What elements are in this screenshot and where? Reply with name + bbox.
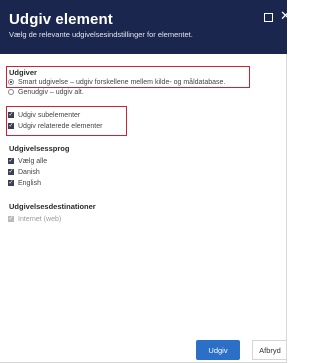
targets-section-title: Udgivelsesdestinationer (9, 202, 96, 211)
close-icon[interactable]: ✕ (280, 9, 291, 23)
republish-label: Genudgiv – udgiv alt. (18, 88, 84, 96)
cancel-button[interactable]: Afbryd (252, 340, 287, 360)
select-all-label: Vælg alle (18, 157, 48, 165)
internet-label: Internet (web) (18, 215, 62, 223)
publish-mode-highlight (6, 66, 250, 88)
republish-radio[interactable] (8, 89, 14, 95)
publish-dialog: Udgiv element Vælg de relevante udgivels… (0, 0, 291, 363)
publish-button[interactable]: Udgiv (196, 340, 240, 360)
internet-checkbox: ✓ (8, 216, 14, 222)
danish-label: Danish (18, 168, 40, 176)
subitems-highlight (6, 106, 127, 136)
language-english-option[interactable]: ✓ English (8, 178, 41, 188)
select-all-checkbox[interactable]: ✓ (8, 158, 14, 164)
dialog-title: Udgiv element (9, 11, 113, 28)
english-checkbox[interactable]: ✓ (8, 180, 14, 186)
dialog-header: Udgiv element Vælg de relevante udgivels… (0, 0, 291, 54)
select-all-languages-option[interactable]: ✓ Vælg alle (8, 156, 47, 166)
republish-option[interactable]: Genudgiv – udgiv alt. (8, 87, 84, 97)
languages-section-title: Udgivelsessprog (9, 144, 70, 153)
danish-checkbox[interactable]: ✓ (8, 169, 14, 175)
language-danish-option[interactable]: ✓ Danish (8, 167, 40, 177)
english-label: English (18, 179, 41, 187)
target-internet-option: ✓ Internet (web) (8, 214, 61, 224)
maximize-icon[interactable] (264, 13, 273, 22)
dialog-subtitle: Vælg de relevante udgivelsesindstillinge… (9, 30, 193, 39)
